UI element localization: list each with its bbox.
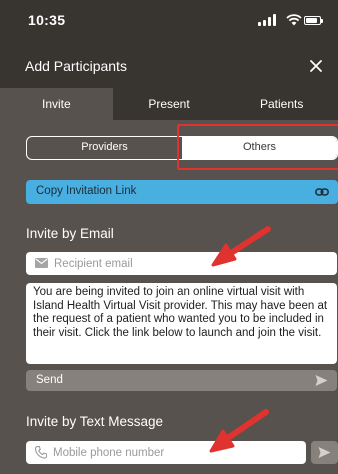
- signal-bar: [263, 20, 266, 26]
- signal-icon: [258, 22, 261, 26]
- participant-type-segment: Providers Others: [26, 136, 338, 160]
- send-icon: [318, 447, 331, 458]
- signal-bar: [273, 14, 276, 26]
- phone-icon: [35, 446, 47, 459]
- text-section-title: Invite by Text Message: [26, 414, 164, 429]
- send-email-button[interactable]: Send: [26, 370, 337, 391]
- signal-bar: [268, 17, 271, 26]
- close-button[interactable]: [302, 52, 330, 80]
- status-bar: 10:35: [0, 0, 338, 44]
- link-icon: [315, 188, 329, 196]
- send-text-button[interactable]: [311, 441, 338, 464]
- segment-providers[interactable]: Providers: [27, 137, 182, 159]
- invitation-message-textarea[interactable]: You are being invited to join an online …: [26, 283, 337, 364]
- status-time: 10:35: [28, 12, 66, 28]
- tab-patients[interactable]: Patients: [225, 88, 338, 120]
- close-icon: [310, 60, 322, 72]
- copy-link-label: Copy Invitation Link: [36, 185, 137, 197]
- recipient-email-field[interactable]: [26, 252, 337, 275]
- mail-icon: [35, 258, 48, 268]
- send-label: Send: [36, 374, 63, 386]
- wifi-icon: [286, 14, 302, 26]
- segment-others[interactable]: Others: [182, 137, 337, 159]
- tab-invite[interactable]: Invite: [0, 88, 113, 120]
- mobile-phone-input[interactable]: [53, 441, 298, 464]
- tab-present[interactable]: Present: [113, 88, 226, 120]
- mobile-phone-field[interactable]: [26, 441, 306, 464]
- copy-invitation-link-button[interactable]: Copy Invitation Link: [26, 180, 338, 204]
- tab-bar: Invite Present Patients: [0, 88, 338, 120]
- page-title: Add Participants: [25, 58, 127, 74]
- status-icons: [258, 14, 323, 26]
- battery-icon: [304, 16, 323, 25]
- battery-level: [306, 18, 317, 23]
- header-bar: Add Participants: [0, 44, 338, 88]
- recipient-email-input[interactable]: [54, 252, 324, 275]
- send-icon: [315, 375, 328, 386]
- email-section-title: Invite by Email: [26, 226, 114, 241]
- screen: 10:35 Add Participants Invite Present Pa…: [0, 0, 338, 474]
